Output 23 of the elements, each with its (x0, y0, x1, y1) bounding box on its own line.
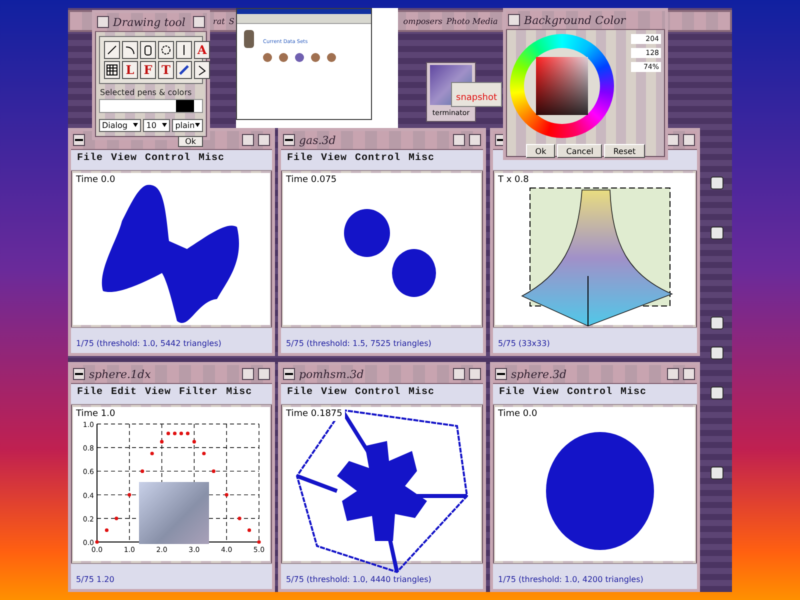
window-title: omposers (403, 16, 442, 26)
section-label: Selected pens & colors (99, 88, 193, 97)
status-text: 1/75 (threshold: 1.0, 4200 triangles) (498, 575, 644, 584)
status-text: 5/75 (33x33) (498, 339, 550, 348)
window-title: Background Color (524, 14, 627, 26)
status-text: 5/75 1.20 (76, 575, 114, 584)
time-label: Time 0.1875 (283, 407, 346, 421)
tooltip-text: snapshot (456, 93, 498, 103)
window-title: pomhsm.3d (299, 368, 365, 380)
status-text: 1/75 (threshold: 1.0, 5442 triangles) (76, 339, 222, 348)
letter-icon: L (126, 63, 134, 77)
status-text: 5/75 (threshold: 1.5, 7525 triangles) (286, 339, 432, 348)
window-title: Drawing tool (113, 16, 186, 28)
window-title: Photo Media (446, 16, 498, 26)
window-title: sphere.1dx (89, 368, 152, 380)
status-text: 5/75 (threshold: 1.0, 4440 triangles) (286, 575, 432, 584)
text-color-icon: A (197, 43, 207, 57)
letter-icon: F (144, 63, 152, 77)
window-title: sphere.3d (511, 368, 568, 380)
window-title: rat (213, 16, 225, 26)
letter-icon: T (162, 63, 170, 77)
window-title: gas.3d (299, 134, 337, 146)
window-title: S (228, 16, 234, 26)
